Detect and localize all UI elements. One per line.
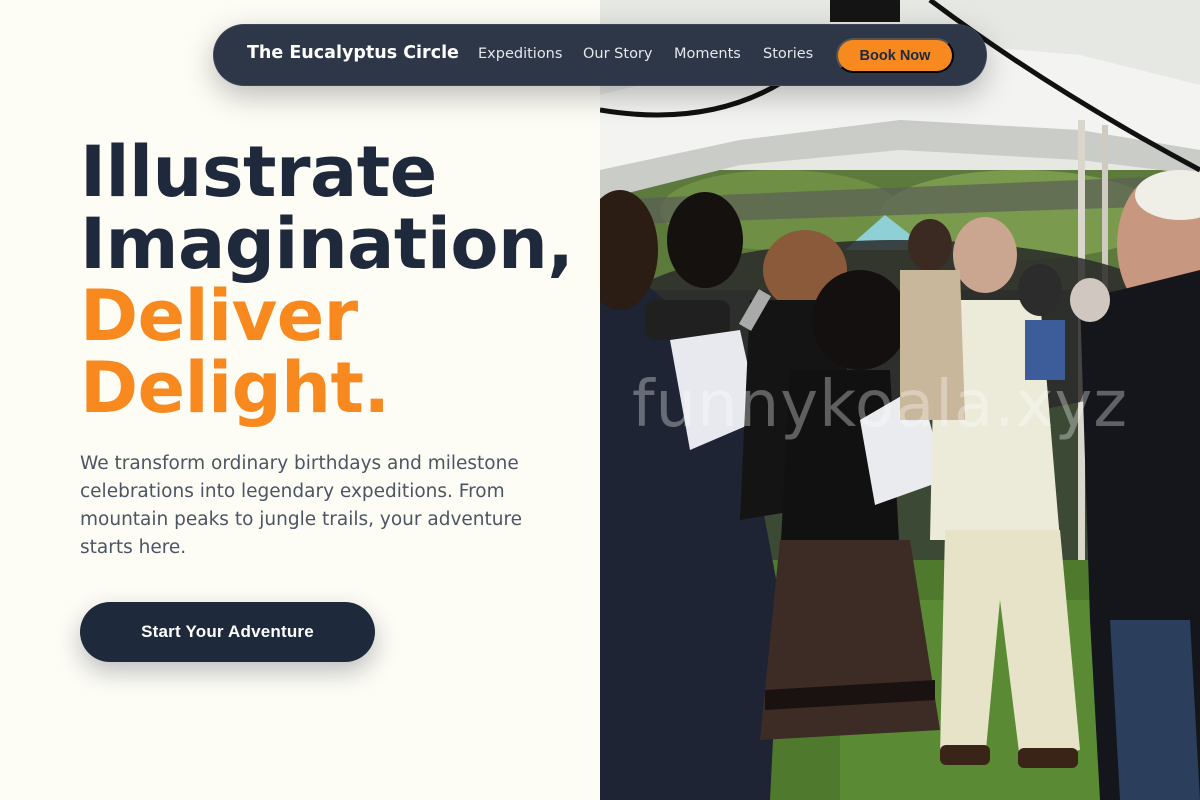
headline-line-1: Illustrate	[80, 131, 437, 213]
watermark-text: funnykoala.xyz	[632, 368, 1128, 442]
headline-line-2: Imagination,	[80, 203, 574, 285]
hero-section: Illustrate Imagination, Deliver Delight.…	[0, 0, 600, 800]
top-navbar: The Eucalyptus Circle Expeditions Our St…	[213, 24, 987, 86]
page: Illustrate Imagination, Deliver Delight.…	[0, 0, 1200, 800]
headline-line-4: Delight.	[80, 347, 390, 429]
start-adventure-button[interactable]: Start Your Adventure	[80, 602, 375, 662]
brand-logo[interactable]: The Eucalyptus Circle	[247, 43, 459, 63]
nav-link-our-story[interactable]: Our Story	[583, 46, 652, 62]
nav-link-moments[interactable]: Moments	[674, 46, 741, 62]
hero-description: We transform ordinary birthdays and mile…	[80, 453, 523, 558]
book-now-button[interactable]: Book Now	[836, 38, 954, 73]
hero-photo: funnykoala.xyz	[600, 0, 1200, 800]
headline-line-3: Deliver	[80, 275, 358, 357]
nav-link-stories[interactable]: Stories	[763, 46, 813, 62]
hero-headline: Illustrate Imagination, Deliver Delight.	[80, 131, 574, 429]
nav-link-expeditions[interactable]: Expeditions	[478, 46, 562, 62]
